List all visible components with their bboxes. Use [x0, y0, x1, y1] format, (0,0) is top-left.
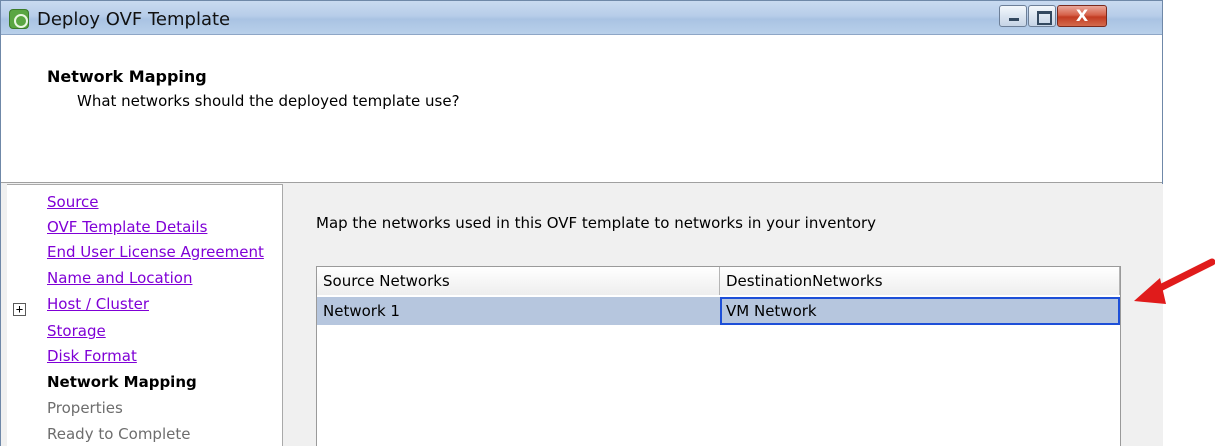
- nav-step-ovf-template-details[interactable]: OVF Template Details: [47, 217, 207, 237]
- table-row[interactable]: Network 1 VM Network: [317, 297, 1120, 325]
- column-header-source-networks[interactable]: Source Networks: [317, 267, 720, 295]
- wizard-steps-nav: Source OVF Template Details End User Lic…: [7, 184, 283, 446]
- minimize-button[interactable]: [999, 5, 1027, 27]
- nav-step-network-mapping: Network Mapping: [47, 373, 197, 391]
- nav-step-source[interactable]: Source: [47, 192, 99, 212]
- ovf-app-icon: [9, 9, 29, 29]
- step-title: Network Mapping: [47, 67, 207, 86]
- grid-header: Source Networks DestinationNetworks: [317, 267, 1120, 295]
- column-header-destination-networks[interactable]: DestinationNetworks: [720, 267, 1120, 295]
- network-mapping-grid: Source Networks DestinationNetworks Netw…: [316, 266, 1121, 446]
- nav-step-properties: Properties: [47, 399, 123, 417]
- deploy-ovf-window: Deploy OVF Template X Network Mapping Wh…: [0, 0, 1164, 446]
- nav-step-ready-to-complete: Ready to Complete: [47, 425, 191, 443]
- window-controls: X: [999, 5, 1108, 29]
- wizard-content: Map the networks used in this OVF templa…: [284, 184, 1164, 446]
- nav-step-storage[interactable]: Storage: [47, 321, 106, 341]
- nav-step-host-cluster[interactable]: Host / Cluster: [47, 294, 149, 314]
- step-subtitle: What networks should the deployed templa…: [77, 92, 460, 110]
- maximize-button[interactable]: [1028, 5, 1056, 27]
- wizard-header: Network Mapping What networks should the…: [1, 35, 1162, 183]
- destination-network-dropdown[interactable]: VM Network: [720, 297, 1120, 325]
- nav-step-disk-format[interactable]: Disk Format: [47, 346, 137, 366]
- outside-area: [1163, 0, 1215, 446]
- title-bar[interactable]: Deploy OVF Template X: [1, 1, 1162, 35]
- window-title: Deploy OVF Template: [37, 9, 231, 30]
- mapping-instruction: Map the networks used in this OVF templa…: [316, 214, 877, 232]
- source-network-cell[interactable]: Network 1: [317, 297, 720, 325]
- close-button[interactable]: X: [1057, 5, 1107, 27]
- callout-arrow-icon: [1134, 258, 1215, 304]
- expand-plus-icon[interactable]: +: [13, 303, 26, 316]
- nav-step-name-and-location[interactable]: Name and Location: [47, 268, 192, 288]
- nav-step-eula[interactable]: End User License Agreement: [47, 242, 264, 262]
